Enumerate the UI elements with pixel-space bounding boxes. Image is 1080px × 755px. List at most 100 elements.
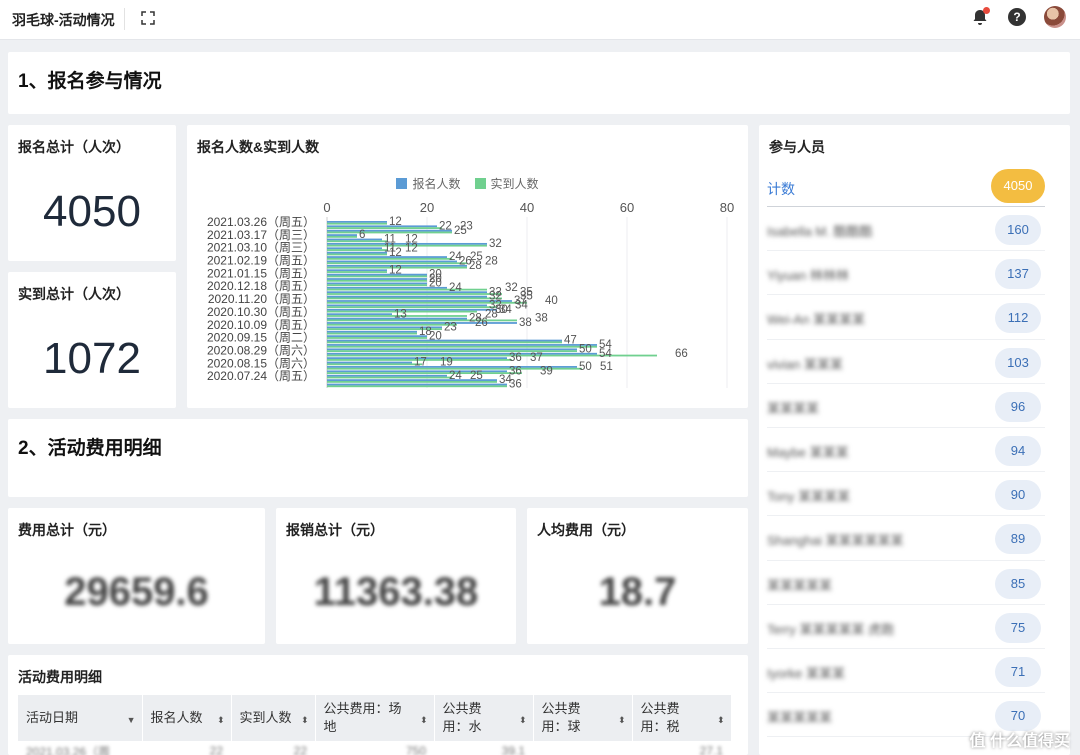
data-label-signup: 20 — [429, 330, 442, 342]
list-item[interactable]: Shanghai 某某某某某某 89 — [767, 516, 1045, 561]
data-label-attend: 40 — [545, 295, 558, 307]
data-label-signup: 12 — [389, 264, 402, 276]
bar-attend — [327, 385, 507, 388]
data-label-signup: 47 — [564, 335, 577, 347]
col-header-date[interactable]: 活动日期 ▼ — [18, 695, 143, 741]
col-header-ball[interactable]: 公共费用：球 ⬍ — [533, 695, 633, 741]
bar-signup — [327, 291, 487, 294]
col-header-tax[interactable]: 公共费用：税 ⬍ — [632, 695, 732, 741]
data-label-attend: 37 — [530, 352, 543, 364]
list-item[interactable]: Isabella M. 酷酷酷 160 — [767, 207, 1045, 252]
bar-signup — [327, 225, 437, 228]
list-item[interactable]: Tony 某某某某 90 — [767, 472, 1045, 517]
data-label-attend: 34 — [515, 300, 528, 312]
section1-title: 1、报名参与情况 — [18, 71, 162, 92]
data-label-attend: 25 — [470, 370, 483, 382]
bar-signup — [327, 256, 447, 258]
per-capita-card: 人均费用（元） 18.7 — [527, 508, 748, 644]
data-label-attend: 19 — [440, 357, 453, 369]
bar-attend — [327, 222, 387, 225]
participants-title: 参与人员 — [769, 139, 825, 155]
participant-name: Yiyuan 林林林 — [767, 268, 849, 284]
col-header-venue[interactable]: 公共费用：场地 ⬍ — [315, 695, 435, 741]
participant-name: Shanghai 某某某某某某 — [767, 533, 904, 549]
signup-total-label: 报名总计（人次） — [18, 139, 130, 155]
participant-name: Tony 某某某某 — [767, 489, 851, 505]
participant-count-badge: 94 — [995, 435, 1041, 466]
table-cell: 22 — [209, 744, 223, 755]
data-label-attend: 12 — [405, 242, 418, 254]
col-header-label: 报名人数 — [150, 710, 203, 725]
bar-attend — [327, 376, 452, 379]
per-capita-label: 人均费用（元） — [537, 522, 635, 538]
fee-table-card: 活动费用明细 活动日期 ▼ 报名人数 ⬍ 实到人数 ⬍ 公共费用：场地 ⬍ 公共费用：水… — [8, 655, 748, 755]
x-tick-label: 40 — [520, 200, 534, 215]
participant-name: 某某某某某 — [767, 710, 833, 726]
bar-signup — [327, 251, 387, 254]
bar-attend — [327, 249, 387, 251]
list-item[interactable]: Wei-An 某某某某 112 — [767, 295, 1045, 340]
data-label-signup: 24 — [449, 370, 462, 382]
participant-rows: Isabella M. 酷酷酷 160 Yiyuan 林林林 137 Wei-An 某某… — [767, 207, 1045, 738]
list-item[interactable]: Iyorke 某某某 71 — [767, 649, 1045, 694]
data-label-signup: 54 — [599, 348, 612, 360]
participant-count-badge: 89 — [995, 524, 1041, 555]
data-label-signup: 6 — [359, 229, 365, 241]
sort-icon[interactable]: ⬍ — [420, 711, 428, 729]
signup-attend-chart-card: 报名人数&实到人数 报名人数 实到人数 0 20 40 60 80 2021.03.26（… — [187, 125, 748, 408]
col-header-water[interactable]: 公共费用：水 ⬍ — [434, 695, 534, 741]
sort-icon[interactable]: ⬍ — [618, 711, 626, 729]
participant-count-badge: 85 — [995, 568, 1041, 599]
participant-name: Terry 某某某某某 虎跑 — [767, 621, 895, 637]
data-label-signup: 20 — [429, 278, 442, 290]
data-label-attend: 26 — [475, 317, 488, 329]
list-item[interactable]: 某某某某某 85 — [767, 561, 1045, 605]
col-header-attend[interactable]: 实到人数 ⬍ — [231, 695, 316, 741]
data-label-signup: 36 — [509, 352, 522, 364]
data-label-signup: 32 — [489, 238, 502, 250]
sort-icon[interactable]: ⬍ — [217, 711, 225, 729]
participant-name: vivian 某某某 — [767, 356, 843, 372]
notification-dot — [983, 7, 990, 14]
sort-icon[interactable]: ⬍ — [301, 711, 309, 729]
attend-total-card: 实到总计（人次） 1072 — [8, 272, 176, 408]
data-label-signup: 50 — [579, 343, 592, 355]
bar-signup — [327, 260, 457, 263]
bar-attend — [327, 297, 502, 300]
bar-attend — [327, 271, 387, 273]
participant-name: Isabella M. 酷酷酷 — [767, 224, 873, 239]
bar-attend — [327, 284, 427, 287]
list-item[interactable]: Yiyuan 林林林 137 — [767, 251, 1045, 296]
sort-icon[interactable]: ⬍ — [519, 711, 527, 729]
col-header-signup[interactable]: 报名人数 ⬍ — [142, 695, 232, 741]
bar-signup — [327, 339, 562, 342]
fee-total-value: 29659.6 — [64, 570, 209, 614]
bar-attend — [327, 337, 427, 339]
data-label-signup: 25 — [454, 225, 467, 237]
data-label-attend: 39 — [540, 365, 553, 377]
fullscreen-icon[interactable] — [140, 10, 156, 26]
bar-signup — [327, 304, 487, 307]
data-label-signup: 23 — [444, 321, 457, 333]
list-item[interactable]: vivian 某某某 103 — [767, 340, 1045, 384]
brand-watermark: 值 什么值得买 — [969, 733, 1070, 750]
count-total-badge: 4050 — [991, 169, 1045, 203]
notification-bell-icon[interactable] — [970, 7, 990, 27]
table-cell: 750 — [405, 744, 426, 755]
bar-attend — [327, 253, 387, 256]
sort-icon[interactable]: ⬍ — [717, 711, 725, 729]
bar-attend — [327, 363, 422, 366]
list-item[interactable]: Terry 某某某某某 虎跑 75 — [767, 605, 1045, 649]
list-item[interactable]: Maybe 某某某 94 — [767, 428, 1045, 473]
bar-signup — [327, 221, 387, 223]
x-tick-label: 20 — [420, 200, 434, 215]
participants-list: 计数 4050 Isabella M. 酷酷酷 160 Yiyuan 林林林 137 W… — [767, 169, 1045, 738]
table-row[interactable]: 2021.03.26（周 22 22 750 39.1 27.1 — [18, 741, 731, 755]
help-icon[interactable]: ? — [1008, 8, 1026, 26]
sort-icon[interactable]: ▼ — [127, 711, 136, 729]
data-label-signup: 50 — [579, 361, 592, 373]
list-item[interactable]: 某某某某 96 — [767, 384, 1045, 428]
participant-name: Iyorke 某某某 — [767, 665, 846, 681]
data-label-attend: 32 — [505, 282, 518, 294]
user-avatar[interactable] — [1044, 6, 1066, 28]
